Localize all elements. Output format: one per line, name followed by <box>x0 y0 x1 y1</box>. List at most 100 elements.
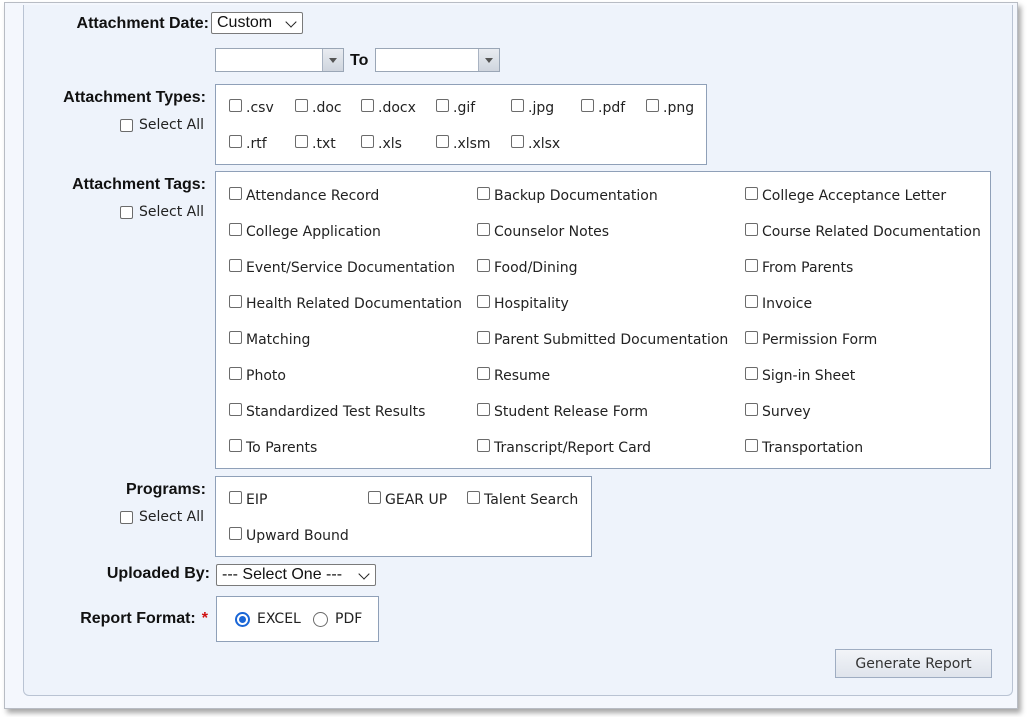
tag-option[interactable]: Hospitality <box>477 294 569 312</box>
tag-option[interactable]: Counselor Notes <box>477 222 609 240</box>
tag-checkbox[interactable] <box>229 438 242 452</box>
tag-option[interactable]: Parent Submitted Documentation <box>477 330 728 348</box>
program-option-upward-bound[interactable]: Upward Bound <box>229 526 349 544</box>
type-checkbox[interactable] <box>646 98 659 112</box>
type-checkbox[interactable] <box>361 98 374 112</box>
tag-option[interactable]: Transcript/Report Card <box>477 438 651 456</box>
type-option-png[interactable]: .png <box>646 98 694 116</box>
required-marker: * <box>201 610 208 627</box>
tag-checkbox[interactable] <box>477 258 490 272</box>
tag-checkbox[interactable] <box>477 330 490 344</box>
tag-checkbox[interactable] <box>229 294 242 308</box>
type-checkbox[interactable] <box>295 98 308 112</box>
pdf-radio[interactable] <box>313 611 328 627</box>
type-checkbox[interactable] <box>361 134 374 148</box>
type-option-jpg[interactable]: .jpg <box>511 98 554 116</box>
attachment-tags-select-all[interactable]: Select All <box>120 204 204 220</box>
tag-option[interactable]: To Parents <box>229 438 317 456</box>
tag-option[interactable]: Matching <box>229 330 310 348</box>
type-option-xlsx[interactable]: .xlsx <box>511 134 560 152</box>
program-checkbox[interactable] <box>368 490 381 504</box>
program-checkbox[interactable] <box>229 526 242 540</box>
tag-option[interactable]: College Acceptance Letter <box>745 186 946 204</box>
type-option-rtf[interactable]: .rtf <box>229 134 267 152</box>
type-option-doc[interactable]: .doc <box>295 98 342 116</box>
tag-checkbox[interactable] <box>229 186 242 200</box>
tag-option[interactable]: Survey <box>745 402 811 420</box>
select-all-checkbox[interactable] <box>120 118 133 132</box>
program-checkbox[interactable] <box>229 490 242 504</box>
uploaded-by-select[interactable]: --- Select One --- <box>216 564 376 586</box>
select-all-checkbox[interactable] <box>120 205 133 219</box>
select-all-checkbox[interactable] <box>120 510 133 524</box>
format-option-pdf[interactable]: PDF <box>313 611 362 627</box>
tag-option[interactable]: Event/Service Documentation <box>229 258 455 276</box>
tag-option[interactable]: Invoice <box>745 294 812 312</box>
type-option-csv[interactable]: .csv <box>229 98 274 116</box>
tag-checkbox[interactable] <box>745 186 758 200</box>
format-option-excel[interactable]: EXCEL <box>235 611 301 627</box>
type-checkbox[interactable] <box>511 98 524 112</box>
tag-checkbox[interactable] <box>229 258 242 272</box>
tag-checkbox[interactable] <box>745 330 758 344</box>
tag-checkbox[interactable] <box>745 438 758 452</box>
type-checkbox[interactable] <box>581 98 594 112</box>
tag-option[interactable]: Backup Documentation <box>477 186 658 204</box>
type-checkbox[interactable] <box>229 134 242 148</box>
tag-checkbox[interactable] <box>229 330 242 344</box>
type-option-docx[interactable]: .docx <box>361 98 416 116</box>
program-option-eip[interactable]: EIP <box>229 490 267 508</box>
tag-checkbox[interactable] <box>745 258 758 272</box>
type-option-pdf[interactable]: .pdf <box>581 98 625 116</box>
tag-option[interactable]: Permission Form <box>745 330 877 348</box>
tag-checkbox[interactable] <box>477 402 490 416</box>
tag-label: Course Related Documentation <box>762 224 981 240</box>
date-to-dropdown-icon[interactable] <box>478 49 499 71</box>
generate-report-button[interactable]: Generate Report <box>835 649 992 678</box>
programs-select-all[interactable]: Select All <box>120 509 204 525</box>
tag-option[interactable]: Health Related Documentation <box>229 294 462 312</box>
tag-checkbox[interactable] <box>745 294 758 308</box>
tag-checkbox[interactable] <box>477 186 490 200</box>
type-option-txt[interactable]: .txt <box>295 134 336 152</box>
program-option-gear-up[interactable]: GEAR UP <box>368 490 447 508</box>
tag-option[interactable]: Sign-in Sheet <box>745 366 855 384</box>
attachment-date-select[interactable]: Custom <box>211 12 303 34</box>
type-option-xls[interactable]: .xls <box>361 134 402 152</box>
type-checkbox[interactable] <box>436 134 449 148</box>
tag-checkbox[interactable] <box>745 402 758 416</box>
program-checkbox[interactable] <box>467 490 480 504</box>
tag-option[interactable]: Course Related Documentation <box>745 222 981 240</box>
attachment-types-select-all[interactable]: Select All <box>120 117 204 133</box>
type-option-gif[interactable]: .gif <box>436 98 475 116</box>
tag-option[interactable]: Food/Dining <box>477 258 577 276</box>
tag-option[interactable]: Transportation <box>745 438 863 456</box>
date-from-input[interactable] <box>215 48 344 72</box>
tag-option[interactable]: College Application <box>229 222 381 240</box>
excel-radio[interactable] <box>235 611 250 627</box>
tag-checkbox[interactable] <box>477 366 490 380</box>
tag-checkbox[interactable] <box>745 366 758 380</box>
date-to-input[interactable] <box>375 48 500 72</box>
tag-option[interactable]: Resume <box>477 366 550 384</box>
select-all-label: Select All <box>139 204 204 220</box>
tag-checkbox[interactable] <box>229 222 242 236</box>
program-option-talent-search[interactable]: Talent Search <box>467 490 578 508</box>
tag-checkbox[interactable] <box>229 402 242 416</box>
type-checkbox[interactable] <box>436 98 449 112</box>
tag-checkbox[interactable] <box>477 222 490 236</box>
tag-option[interactable]: Photo <box>229 366 286 384</box>
type-option-xlsm[interactable]: .xlsm <box>436 134 491 152</box>
type-checkbox[interactable] <box>295 134 308 148</box>
tag-option[interactable]: Standardized Test Results <box>229 402 425 420</box>
tag-checkbox[interactable] <box>477 294 490 308</box>
tag-option[interactable]: Attendance Record <box>229 186 379 204</box>
tag-checkbox[interactable] <box>229 366 242 380</box>
type-checkbox[interactable] <box>511 134 524 148</box>
tag-checkbox[interactable] <box>477 438 490 452</box>
date-from-dropdown-icon[interactable] <box>322 49 343 71</box>
type-checkbox[interactable] <box>229 98 242 112</box>
tag-checkbox[interactable] <box>745 222 758 236</box>
tag-option[interactable]: Student Release Form <box>477 402 648 420</box>
tag-option[interactable]: From Parents <box>745 258 853 276</box>
